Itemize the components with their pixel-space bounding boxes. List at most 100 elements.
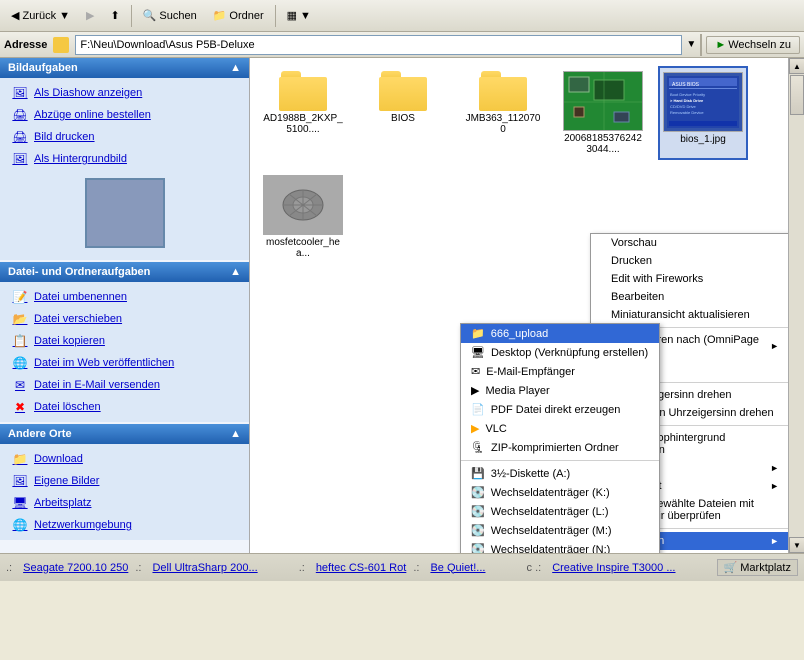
submenu-desktop[interactable]: 🖥 Desktop (Verknüpfung erstellen) [461, 343, 659, 362]
addressbar: Adresse ▼ ► Wechseln zu [0, 32, 804, 58]
umbenennen-item[interactable]: 📝 Datei umbenennen [0, 286, 249, 308]
loeschen-item[interactable]: ✖ Datei löschen [0, 396, 249, 418]
file-item-ad1988b[interactable]: AD1988B_2KXP_5100.... [258, 66, 348, 160]
hintergrundbild-item[interactable]: 🖼 Als Hintergrundbild [0, 148, 249, 170]
datei-ordner-header[interactable]: Datei- und Ordneraufgaben ▲ [0, 262, 249, 282]
file-item-bios[interactable]: BIOS [358, 66, 448, 160]
views-button[interactable]: ▦ ▼ [280, 5, 318, 26]
scroll-down-btn[interactable]: ▼ [789, 537, 804, 553]
forward-button[interactable]: ▶ [79, 5, 101, 26]
addr-divider [700, 34, 702, 56]
drucken-item[interactable]: 🖨 Bild drucken [0, 126, 249, 148]
arbeitsplatz-item[interactable]: 🖥 Arbeitsplatz [0, 492, 249, 514]
datei-ordner-title: Datei- und Ordneraufgaben [8, 266, 150, 278]
pdf-icon: 📄 [471, 403, 485, 416]
submenu-zip[interactable]: 🗜 ZIP-komprimierten Ordner [461, 438, 659, 457]
eigene-bilder-item[interactable]: 🖼 Eigene Bilder [0, 470, 249, 492]
ctx-drucken[interactable]: Drucken [591, 252, 788, 270]
ctx-fireworks[interactable]: Edit with Fireworks [591, 270, 788, 288]
addr-dropdown-icon[interactable]: ▼ [686, 39, 696, 50]
svg-text:> Hard Disk Drive: > Hard Disk Drive [670, 98, 704, 103]
verschieben-item[interactable]: 📂 Datei verschieben [0, 308, 249, 330]
diashow-item[interactable]: 🖼 Als Diashow anzeigen [0, 82, 249, 104]
drive-k-icon: 💽 [471, 486, 485, 499]
board-svg [564, 72, 642, 130]
netzwerk-item[interactable]: 🌐 Netzwerkumgebung [0, 514, 249, 536]
views-dropdown-icon[interactable]: ▼ [300, 10, 311, 22]
marketplace-label: Marktplatz [740, 562, 791, 574]
bildaufgaben-header[interactable]: Bildaufgaben ▲ [0, 58, 249, 78]
drive-n-icon: 💽 [471, 543, 485, 553]
jmb363-label: JMB363_1120700 [463, 113, 543, 135]
search-icon: 🔍 [143, 9, 157, 22]
submenu-drive-m[interactable]: 💽 Wechseldatenträger (M:) [461, 521, 659, 540]
scroll-track [789, 74, 804, 537]
rename-icon: 📝 [12, 289, 28, 305]
file-item-cooler[interactable]: mosfetcooler_hea... [258, 170, 348, 264]
submenu-mediaplayer[interactable]: ▶ Media Player [461, 381, 659, 400]
ctx-miniatur[interactable]: Miniaturansicht aktualisieren [591, 306, 788, 324]
andere-orte-body: 📁 Download 🖼 Eigene Bilder 🖥 Arbeitsplat… [0, 444, 249, 540]
toolbar-divider-2 [275, 5, 276, 27]
left-panel: Bildaufgaben ▲ 🖼 Als Diashow anzeigen 🖨 … [0, 58, 250, 553]
address-input[interactable] [75, 35, 682, 55]
netzwerk-icon: 🌐 [12, 517, 28, 533]
submenu-drive-l[interactable]: 💽 Wechseldatenträger (L:) [461, 502, 659, 521]
ctx-vorschau[interactable]: Vorschau [591, 234, 788, 252]
status-bequiet[interactable]: Be Quiet!... [430, 562, 485, 574]
arbeitsplatz-icon: 🖥 [12, 495, 28, 511]
web-item[interactable]: 🌐 Datei im Web veröffentlichen [0, 352, 249, 374]
zip-icon: 🗜 [471, 441, 485, 454]
main-area: Bildaufgaben ▲ 🖼 Als Diashow anzeigen 🖨 … [0, 58, 804, 553]
ad1988b-label: AD1988B_2KXP_5100.... [263, 113, 343, 135]
status-dell[interactable]: Dell UltraSharp 200... [152, 562, 257, 574]
submenu-drive-n[interactable]: 💽 Wechseldatenträger (N:) [461, 540, 659, 553]
kopieren-item[interactable]: 📋 Datei kopieren [0, 330, 249, 352]
right-area: AD1988B_2KXP_5100.... BIOS JMB363_112070… [250, 58, 804, 553]
app-window: ◀ Zurück ▼ ▶ ⬆ 🔍 Suchen 📁 Ordner ▦ ▼ Adr… [0, 0, 804, 660]
thumbnail-preview [0, 170, 249, 256]
bios-jpg-thumb: ASUS BIOS Boot Device Priority > Hard Di… [663, 72, 743, 132]
abzuege-item[interactable]: 🖨 Abzüge online bestellen [0, 104, 249, 126]
status-heftec[interactable]: heftec CS-601 Rot [316, 562, 407, 574]
search-button[interactable]: 🔍 Suchen [136, 5, 204, 26]
file-item-bios-jpg[interactable]: ASUS BIOS Boot Device Priority > Hard Di… [658, 66, 748, 160]
cooler-svg [264, 176, 342, 234]
scroll-up-btn[interactable]: ▲ [789, 58, 804, 74]
go-icon: ► [715, 39, 726, 51]
submenu-pdf[interactable]: 📄 PDF Datei direkt erzeugen [461, 400, 659, 419]
submenu-floppy[interactable]: 💾 3½-Diskette (A:) [461, 464, 659, 483]
toolbar: ◀ Zurück ▼ ▶ ⬆ 🔍 Suchen 📁 Ordner ▦ ▼ [0, 0, 804, 32]
left-panel-container: Bildaufgaben ▲ 🖼 Als Diashow anzeigen 🖨 … [0, 58, 250, 553]
status-seagate[interactable]: Seagate 7200.10 250 [23, 562, 128, 574]
forward-icon: ▶ [86, 9, 94, 22]
download-item[interactable]: 📁 Download [0, 448, 249, 470]
ctx-bearbeiten[interactable]: Bearbeiten [591, 288, 788, 306]
submenu-drive-k[interactable]: 💽 Wechseldatenträger (K:) [461, 483, 659, 502]
email-icon: ✉ [12, 377, 28, 393]
delete-icon: ✖ [12, 399, 28, 415]
vlc-icon: ▶ [471, 422, 479, 435]
andere-orte-header[interactable]: Andere Orte ▲ [0, 424, 249, 444]
up-icon: ⬆ [110, 9, 119, 22]
folder-sm-icon: 📁 [471, 327, 485, 340]
submenu-666upload[interactable]: 📁 666_upload [461, 324, 659, 343]
marketplace-button[interactable]: 🛒 Marktplatz [717, 559, 798, 576]
email-item[interactable]: ✉ Datei in E-Mail versenden [0, 374, 249, 396]
file-item-jmb363[interactable]: JMB363_1120700 [458, 66, 548, 160]
folder-button[interactable]: 📁 Ordner [206, 5, 271, 26]
go-button[interactable]: ► Wechseln zu [706, 36, 800, 54]
eigene-bilder-icon: 🖼 [12, 473, 28, 489]
scroll-thumb[interactable] [790, 75, 804, 115]
copy-icon: 📋 [12, 333, 28, 349]
status-creative[interactable]: Creative Inspire T3000 ... [552, 562, 675, 574]
submenu-email[interactable]: ✉ E-Mail-Empfänger [461, 362, 659, 381]
back-button[interactable]: ◀ Zurück ▼ [4, 5, 77, 26]
right-scrollbar: ▲ ▼ [788, 58, 804, 553]
file-item-board[interactable]: 200681853762423044.... [558, 66, 648, 160]
up-button[interactable]: ⬆ [103, 5, 126, 26]
back-dropdown-icon[interactable]: ▼ [59, 10, 70, 22]
submenu-vlc[interactable]: ▶ VLC [461, 419, 659, 438]
bildaufgaben-section: Bildaufgaben ▲ 🖼 Als Diashow anzeigen 🖨 … [0, 58, 249, 260]
abzuege-icon: 🖨 [12, 107, 28, 123]
